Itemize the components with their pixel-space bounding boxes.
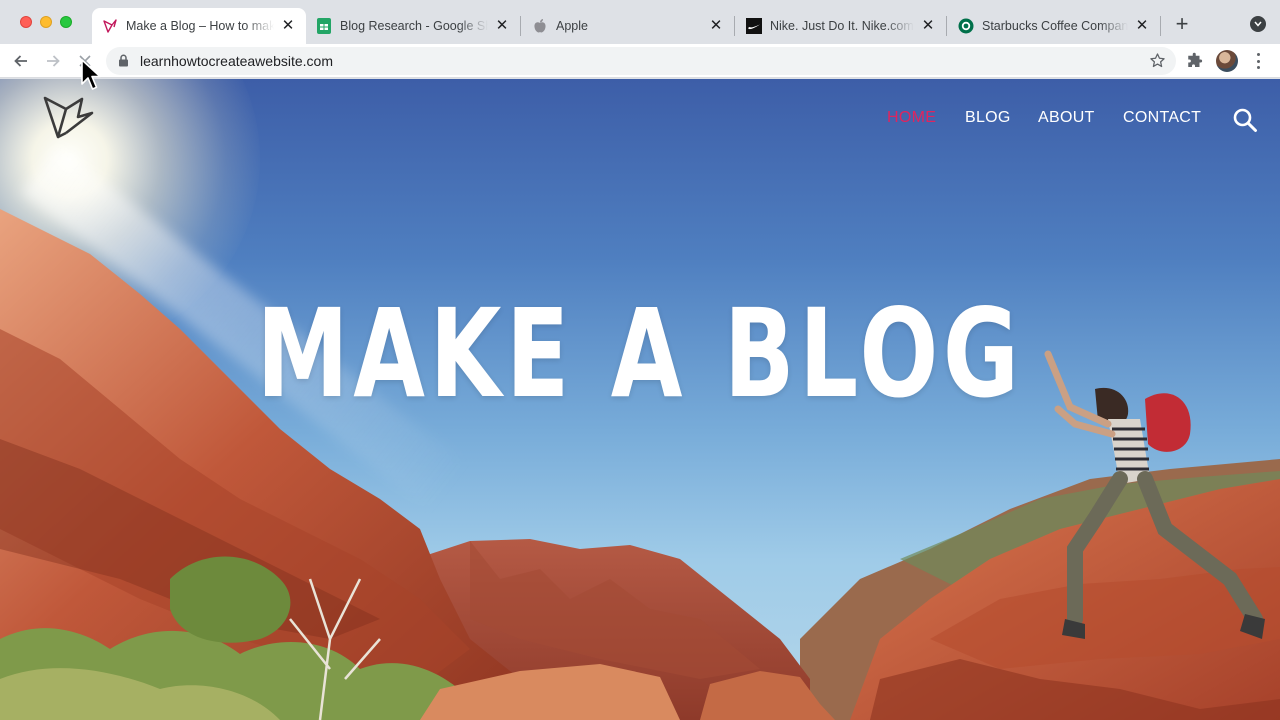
tab-nike[interactable]: Nike. Just Do It. Nike.com ✕ <box>736 8 946 44</box>
mouse-cursor-icon <box>81 59 101 90</box>
tab-blog-research[interactable]: Blog Research - Google Sheets ✕ <box>306 8 520 44</box>
close-tab-icon[interactable]: ✕ <box>1134 18 1150 34</box>
apple-icon <box>532 18 548 34</box>
zoom-window-button[interactable] <box>60 16 72 28</box>
tab-title: Nike. Just Do It. Nike.com <box>770 19 914 33</box>
close-window-button[interactable] <box>20 16 32 28</box>
tab-title: Blog Research - Google Sheets <box>340 19 488 33</box>
hero-title: MAKE A BLOG <box>256 283 1024 425</box>
extensions-puzzle-icon[interactable] <box>1186 52 1204 75</box>
new-tab-plus-icon[interactable]: + <box>1170 13 1194 37</box>
address-bar[interactable]: learnhowtocreateawebsite.com <box>106 47 1176 75</box>
tab-separator <box>734 16 735 36</box>
tab-apple[interactable]: Apple ✕ <box>522 8 734 44</box>
tab-separator <box>520 16 521 36</box>
tab-search-icon[interactable] <box>1250 16 1266 32</box>
tab-starbucks[interactable]: Starbucks Coffee Company ✕ <box>948 8 1160 44</box>
nav-about-link[interactable]: ABOUT <box>1038 109 1095 127</box>
minimize-window-button[interactable] <box>40 16 52 28</box>
more-menu-icon[interactable] <box>1252 53 1264 69</box>
google-sheets-icon <box>316 18 332 34</box>
nav-contact-link[interactable]: CONTACT <box>1123 109 1201 127</box>
starbucks-icon <box>958 18 974 34</box>
bird-logo-icon <box>102 18 118 34</box>
close-tab-icon[interactable]: ✕ <box>280 18 296 34</box>
tab-make-a-blog[interactable]: Make a Blog – How to make a Blog ✕ <box>92 8 306 44</box>
url-text[interactable]: learnhowtocreateawebsite.com <box>140 53 333 69</box>
tab-title: Starbucks Coffee Company <box>982 19 1128 33</box>
tab-title: Apple <box>556 19 588 33</box>
tab-separator <box>1160 16 1161 36</box>
close-tab-icon[interactable]: ✕ <box>920 18 936 34</box>
browser-toolbar: learnhowtocreateawebsite.com <box>0 44 1280 78</box>
lock-icon[interactable] <box>118 54 129 72</box>
nike-icon <box>746 18 762 34</box>
profile-avatar[interactable] <box>1216 50 1238 72</box>
site-navigation: HOME BLOG ABOUT CONTACT <box>0 109 1280 133</box>
nav-home-link[interactable]: HOME <box>887 109 936 127</box>
forward-arrow-icon[interactable] <box>41 49 65 73</box>
bookmark-star-icon[interactable] <box>1149 52 1166 74</box>
website-hero: HOME BLOG ABOUT CONTACT MAKE A BLOG <box>0 79 1280 720</box>
tab-separator <box>946 16 947 36</box>
search-icon[interactable] <box>1232 107 1258 138</box>
close-tab-icon[interactable]: ✕ <box>708 18 724 34</box>
close-tab-icon[interactable]: ✕ <box>494 18 510 34</box>
nav-blog-link[interactable]: BLOG <box>965 109 1011 127</box>
tab-title: Make a Blog – How to make a Blog <box>126 19 274 33</box>
back-arrow-icon[interactable] <box>9 49 33 73</box>
tab-strip: Make a Blog – How to make a Blog ✕ Blog … <box>0 0 1280 44</box>
